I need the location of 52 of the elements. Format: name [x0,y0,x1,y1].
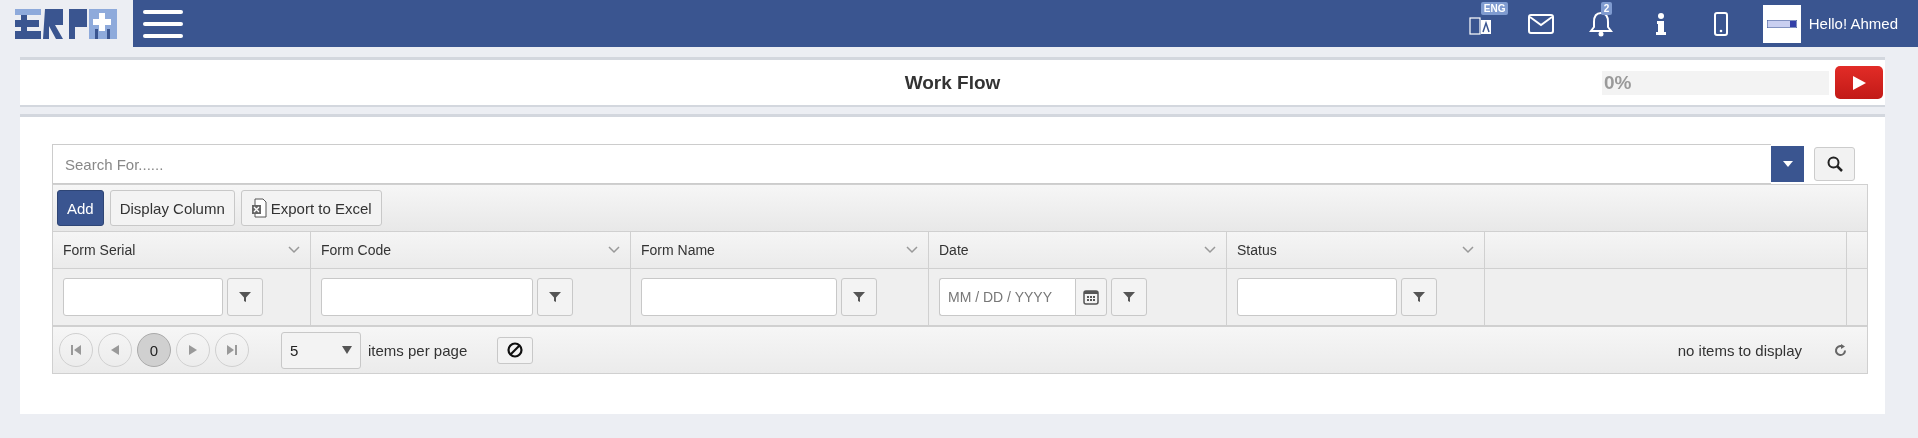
next-icon [189,345,197,355]
filter-field[interactable] [63,278,223,316]
company-logo-icon [1762,4,1801,43]
filter-icon [1413,291,1425,303]
video-button[interactable] [1835,66,1883,99]
filter-icon [239,291,251,303]
refresh-icon[interactable] [1834,343,1847,357]
page-size-dropdown[interactable]: 5 [281,331,361,369]
excel-file-icon [250,198,267,218]
progress-reading: 0% [1604,70,1632,95]
date-field[interactable]: MM / DD / YYYY [939,278,1075,316]
filter-button[interactable] [537,278,573,316]
display-column-button[interactable]: Display Column [109,190,235,226]
filter-field[interactable] [321,278,533,316]
export-excel-button[interactable]: Export to Excel [240,190,382,226]
filter-icon [549,291,561,303]
page-number-button[interactable]: 0 [137,333,171,367]
clear-filter-button[interactable] [497,336,534,364]
filter-field[interactable] [1237,278,1397,316]
dropdown-button[interactable] [1771,146,1804,182]
column-header[interactable]: Form Code [321,242,392,258]
column-header[interactable]: Date [939,242,969,258]
column-header[interactable]: Status [1237,242,1277,258]
search-icon[interactable] [1814,147,1855,181]
erp-logo-icon [14,6,119,41]
add-button[interactable]: Add [57,190,104,226]
language-badge: ENG [1480,2,1509,15]
caret-down-icon [342,346,352,354]
user-greeting[interactable]: Hello! Ahmed [1808,15,1898,32]
filter-field[interactable] [641,278,837,316]
filter-icon [1123,291,1135,303]
filter-button[interactable] [1111,278,1147,316]
notification-badge: 2 [1600,2,1613,15]
page-title: Work Flow [904,71,1001,94]
calendar-icon [1083,289,1099,305]
caret-down-icon [1782,161,1793,167]
cancel-icon [507,342,524,358]
filter-button[interactable] [227,278,263,316]
previous-icon [111,345,119,355]
filter-button[interactable] [841,278,877,316]
pager-status: no items to display [1677,341,1802,359]
filter-button[interactable] [1401,278,1437,316]
last-page-icon [227,345,237,355]
calendar-button[interactable] [1075,278,1107,316]
bell-icon [1588,10,1613,37]
page-size-label: items per page [368,341,468,359]
play-icon [1852,75,1866,90]
filter-icon [853,291,865,303]
column-header[interactable]: Form Serial [63,242,136,258]
search-field[interactable]: Search For...... [52,144,1771,184]
first-page-icon [71,345,81,355]
column-header[interactable]: Form Name [641,242,715,258]
